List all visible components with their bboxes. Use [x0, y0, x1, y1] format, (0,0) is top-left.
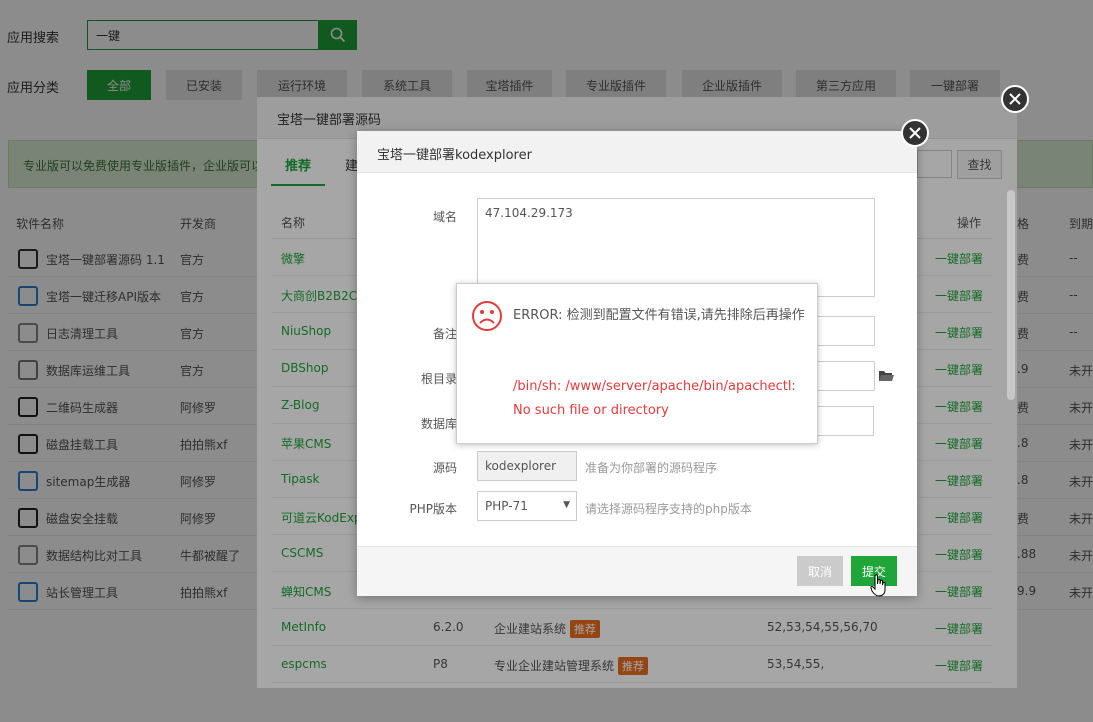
error-detail: /bin/sh: /www/server/apache/bin/apachect… [513, 379, 796, 418]
deploy-modal-title: 宝塔一键部署kodexplorer [357, 131, 917, 173]
source-hint: 准备为你部署的源码程序 [585, 461, 718, 475]
php-label: PHP版本 [409, 502, 458, 516]
hand-cursor-icon [870, 574, 886, 597]
modal-scrollbar[interactable] [1007, 190, 1015, 400]
php-select-value: PHP-71 [485, 499, 528, 513]
source-input: kodexplorer [477, 451, 577, 481]
php-select[interactable]: PHP-71 ▼ [477, 491, 577, 521]
error-dialog: ERROR: 检测到配置文件有错误,请先排除后再操作 /bin/sh: /www… [456, 283, 818, 444]
close-source-modal-button[interactable] [1001, 85, 1029, 113]
remark-label: 备注 [432, 327, 457, 341]
root-label: 根目录 [420, 372, 457, 386]
chevron-down-icon: ▼ [563, 500, 570, 510]
domain-label: 域名 [432, 210, 457, 224]
source-label: 源码 [432, 461, 457, 475]
error-title: ERROR: 检测到配置文件有错误,请先排除后再操作 [513, 308, 805, 323]
close-deploy-modal-button[interactable] [901, 119, 929, 147]
folder-icon[interactable] [879, 370, 894, 382]
php-hint: 请选择源码程序支持的php版本 [585, 502, 752, 516]
db-label: 数据库 [420, 417, 457, 431]
sad-face-icon [472, 301, 502, 331]
cancel-button[interactable]: 取消 [797, 556, 843, 586]
close-icon [909, 127, 921, 139]
close-icon [1009, 93, 1021, 105]
